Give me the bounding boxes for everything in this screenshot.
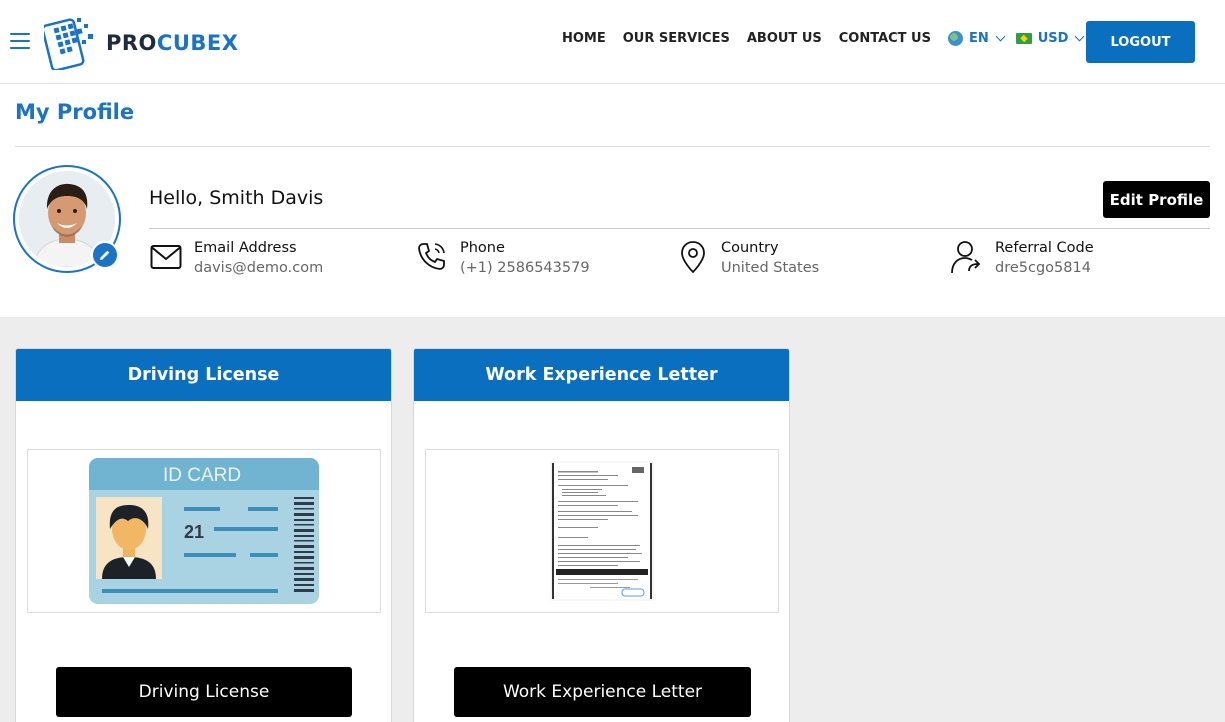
- email-info: Email Address davis@demo.com: [149, 238, 323, 278]
- language-value: EN: [968, 31, 989, 46]
- nav-contact-us[interactable]: CONTACT US: [839, 31, 931, 46]
- country-info: Country United States: [676, 238, 819, 278]
- document-card-driving-license: Driving License ID CARD 21 Driving Licen…: [15, 348, 392, 722]
- procubex-logo[interactable]: PROCUBEX: [44, 14, 238, 70]
- envelope-icon: [149, 238, 183, 276]
- edit-avatar-button[interactable]: [91, 241, 119, 269]
- card-title: Driving License: [16, 349, 391, 401]
- id-card-image[interactable]: ID CARD 21: [27, 449, 381, 613]
- page-title: My Profile: [15, 100, 135, 124]
- profile-greeting: Hello, Smith Davis: [149, 187, 324, 209]
- user-share-icon: [950, 238, 984, 276]
- country-label: Country: [721, 240, 779, 256]
- divider: [149, 228, 1210, 229]
- driving-license-button[interactable]: Driving License: [56, 667, 352, 717]
- currency-value: USD: [1037, 31, 1069, 46]
- logo-text-pro: PRO: [106, 31, 157, 55]
- id-card-icon: ID CARD 21: [89, 458, 319, 604]
- nav-about-us[interactable]: ABOUT US: [747, 31, 822, 46]
- id-card-number: 21: [184, 522, 204, 542]
- flag-icon: [1015, 33, 1032, 44]
- nav-home[interactable]: HOME: [562, 31, 606, 46]
- currency-selector[interactable]: USD: [1015, 31, 1085, 46]
- phone-value: (+1) 2586543579: [460, 260, 590, 276]
- chevron-down-icon: [995, 31, 1006, 42]
- phone-label: Phone: [460, 240, 505, 256]
- divider: [15, 146, 1210, 147]
- country-value: United States: [721, 260, 820, 276]
- phone-icon: [415, 238, 449, 276]
- document-letter-icon: [550, 461, 654, 601]
- email-value: davis@demo.com: [194, 260, 324, 276]
- referral-label: Referral Code: [995, 240, 1094, 256]
- card-title: Work Experience Letter: [414, 349, 789, 401]
- hamburger-menu-icon[interactable]: [10, 33, 30, 49]
- work-letter-image[interactable]: [425, 449, 779, 613]
- main-nav: HOME OUR SERVICES ABOUT US CONTACT US EN…: [562, 31, 1095, 46]
- logo-text-cubex: CUBEX: [156, 31, 239, 55]
- referral-value: dre5cgo5814: [995, 260, 1091, 276]
- logo-cube-icon: [44, 18, 93, 70]
- language-selector[interactable]: EN: [947, 31, 1006, 46]
- logo-wordmark: PROCUBEX: [106, 31, 238, 55]
- nav-our-services[interactable]: OUR SERVICES: [623, 31, 730, 46]
- phone-info: Phone (+1) 2586543579: [415, 238, 590, 278]
- chevron-down-icon: [1075, 31, 1085, 42]
- logout-button[interactable]: LOGOUT: [1086, 21, 1195, 63]
- pencil-icon: [100, 250, 110, 260]
- id-card-title: ID CARD: [163, 465, 241, 486]
- location-pin-icon: [676, 238, 710, 276]
- referral-info: Referral Code dre5cgo5814: [950, 238, 1094, 278]
- edit-profile-button[interactable]: Edit Profile: [1103, 181, 1210, 218]
- document-card-work-experience: Work Experience Letter Work Experience L: [413, 348, 790, 722]
- globe-icon: [947, 31, 963, 46]
- work-experience-letter-button[interactable]: Work Experience Letter: [454, 667, 751, 717]
- email-label: Email Address: [194, 240, 297, 256]
- site-header: PROCUBEX HOME OUR SERVICES ABOUT US CONT…: [0, 0, 1225, 84]
